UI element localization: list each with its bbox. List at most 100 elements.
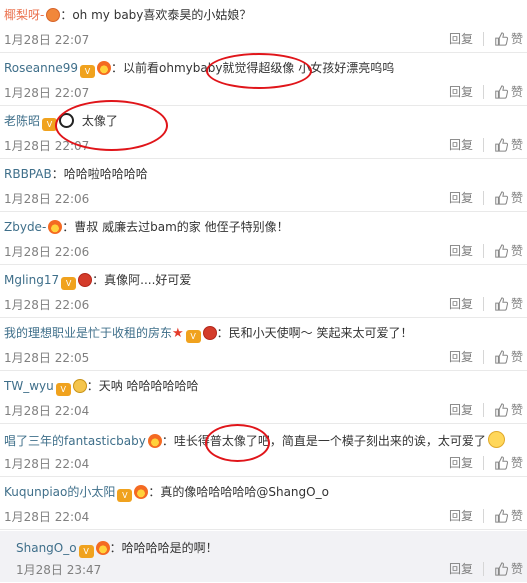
fire-medal-icon [97,61,111,75]
gold-medal-icon [72,379,87,393]
comment-time: 1月28日 22:06 [4,298,90,312]
comment-item: Mgling17 V ：真像阿....好可爱 1月28日 22:06 回复 赞 [0,265,527,318]
comment-text: ：曹叔 威廉去过bam的家 他侄子特别像！ [62,220,289,234]
reply-button[interactable]: 回复 [449,507,473,524]
fire-medal-icon [147,434,162,448]
like-button[interactable]: 赞 [494,189,523,206]
fire-medal-icon [95,541,110,555]
thumbs-up-icon [495,561,508,576]
like-label: 赞 [510,456,523,470]
red-medal-icon [78,273,93,287]
comment-username[interactable]: Mgling17 [4,273,59,287]
star-icon: ★ [172,326,184,341]
reply-button[interactable]: 回复 [449,560,473,577]
level-badge-icon: V [78,545,94,558]
comment-time: 1月28日 22:04 [4,457,90,471]
reply-button[interactable]: 回复 [449,189,473,206]
like-label: 赞 [510,85,523,99]
comment-username[interactable]: Kuqunpiao的小太阳 [4,485,115,499]
comment-item: 老陈昭 V 太像了 1月28日 22:07 回复 赞 [0,100,527,159]
comment-username[interactable]: 唱了三年的fantasticbaby [4,434,146,448]
thumbs-up-icon [495,296,508,311]
medal-icon [46,8,61,22]
reply-button[interactable]: 回复 [449,454,473,471]
panda-icon [59,113,75,128]
comment-text: ：天呐 哈哈哈哈哈哈 [86,379,199,393]
reply-item: ShangO_o V ：哈哈哈哈是的啊！ 1月28日 23:47 回复 赞 [0,531,527,582]
comment-text: ：真的像哈哈哈哈哈@ShangO_o [148,485,329,499]
level-badge-icon: V [80,65,95,78]
level-badge-icon: V [42,118,58,131]
comment-text: ：以前看ohmybaby就觉得超级像 小女孩好漂亮呜呜 [111,61,395,75]
like-button[interactable]: 赞 [494,507,523,524]
thumbs-up-icon [495,349,508,364]
laughing-emoji-icon [487,431,505,448]
comment-username[interactable]: RBBPAB [4,167,52,181]
divider [482,296,484,311]
like-button[interactable]: 赞 [494,560,523,577]
like-button[interactable]: 赞 [494,242,523,259]
comment-username[interactable]: Zbyde- [4,220,46,234]
level-badge-icon: V [117,489,133,502]
comment-username[interactable]: Roseanne99 [4,61,78,75]
red-medal-icon [202,326,217,340]
divider [482,190,484,205]
like-button[interactable]: 赞 [494,83,523,100]
divider [482,455,484,470]
comment-time: 1月28日 22:04 [4,510,90,524]
divider [482,508,484,523]
comment-username[interactable]: TW_wyu [4,379,54,393]
like-label: 赞 [510,32,523,46]
reply-username[interactable]: ShangO_o [16,541,77,555]
comment-text: ：真像阿....好可爱 [92,273,192,287]
like-button[interactable]: 赞 [494,401,523,418]
comment-time: 1月28日 22:04 [4,404,90,418]
comment-item: Zbyde- ：曹叔 威廉去过bam的家 他侄子特别像！ 1月28日 22:06 … [0,212,527,265]
reply-button[interactable]: 回复 [449,295,473,312]
thumbs-up-icon [495,455,508,470]
comment-list: 椰梨呀- ：oh my baby喜欢泰昊的小姑娘？ 1月28日 22:07 回复 … [0,0,527,582]
comment-text: ：民和小天使啊～ 笑起来太可爱了！ [216,326,413,340]
divider [482,31,484,46]
comment-item: TW_wyu V ：天呐 哈哈哈哈哈哈 1月28日 22:04 回复 赞 [0,371,527,424]
comment-item: RBBPAB：哈哈啦哈哈哈哈 1月28日 22:06 回复 赞 [0,159,527,212]
comment-item: 椰梨呀- ：oh my baby喜欢泰昊的小姑娘？ 1月28日 22:07 回复 … [0,0,527,53]
thumbs-up-icon [495,84,508,99]
divider [482,84,484,99]
thumbs-up-icon [495,31,508,46]
reply-button[interactable]: 回复 [449,242,473,259]
fire-medal-icon [48,220,63,234]
level-badge-icon: V [55,383,71,396]
reply-text: ：哈哈哈哈是的啊！ [109,541,218,555]
like-button[interactable]: 赞 [494,454,523,471]
like-label: 赞 [510,403,523,417]
like-button[interactable]: 赞 [494,30,523,47]
thumbs-up-icon [495,190,508,205]
like-button[interactable]: 赞 [494,295,523,312]
level-badge-icon: V [185,330,201,343]
like-label: 赞 [510,350,523,364]
divider [482,561,484,576]
reply-button[interactable]: 回复 [449,83,473,100]
comment-text: ：哈哈啦哈哈哈哈 [51,167,148,181]
comment-username[interactable]: 老陈昭 [4,114,40,128]
like-label: 赞 [510,244,523,258]
like-button[interactable]: 赞 [494,136,523,153]
comment-username[interactable]: 椰梨呀- [4,8,44,22]
comment-username[interactable]: 我的理想职业是忙于收租的房东 [4,326,172,340]
comment-item: 唱了三年的fantasticbaby ：哇长得普太像了吧，简直是一个模子刻出来的诶… [0,424,527,477]
thumbs-up-icon [495,243,508,258]
divider [482,243,484,258]
like-button[interactable]: 赞 [494,348,523,365]
reply-button[interactable]: 回复 [449,30,473,47]
fire-medal-icon [134,485,149,499]
divider [482,402,484,417]
comment-time: 1月28日 22:06 [4,245,90,259]
reply-button[interactable]: 回复 [449,348,473,365]
comment-text: ：哇长得普太像了吧，简直是一个模子刻出来的诶，太可爱了 [161,434,486,448]
reply-button[interactable]: 回复 [449,401,473,418]
comment-time: 1月28日 22:07 [4,139,90,153]
comment-time: 1月28日 22:05 [4,351,90,365]
reply-button[interactable]: 回复 [449,136,473,153]
like-label: 赞 [510,138,523,152]
